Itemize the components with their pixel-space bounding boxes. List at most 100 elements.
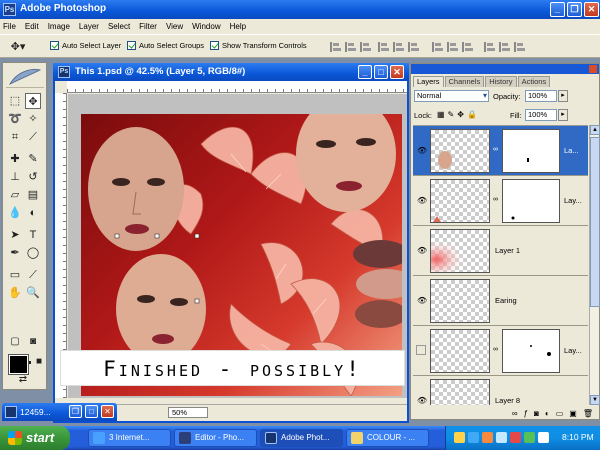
tray-icon[interactable] xyxy=(482,432,493,443)
visibility-toggle-off[interactable] xyxy=(416,345,426,355)
menu-view[interactable]: View xyxy=(166,22,183,31)
task-adobe-photoshop[interactable]: Adobe Phot... xyxy=(260,429,343,447)
distribute-vcenter-icon[interactable] xyxy=(447,42,458,52)
eyedropper-tool-icon[interactable]: ⟋ xyxy=(25,267,41,283)
menu-window[interactable]: Window xyxy=(192,22,220,31)
minwin-close-button[interactable]: ✕ xyxy=(101,405,114,418)
auto-select-layer-checkbox[interactable]: Auto Select Layer xyxy=(50,41,121,50)
app-title-bar[interactable]: Ps Adobe Photoshop _ ❐ ✕ xyxy=(0,0,600,19)
minwin-maximize-button[interactable]: □ xyxy=(85,405,98,418)
menu-layer[interactable]: Layer xyxy=(79,22,99,31)
path-select-icon[interactable]: ➤ xyxy=(7,227,23,243)
layer-row[interactable]: 👁 ∞ La... xyxy=(413,126,588,176)
task-colour[interactable]: COLOUR - ... xyxy=(346,429,429,447)
align-hcenter-icon[interactable] xyxy=(393,42,404,52)
eye-icon[interactable]: 👁 xyxy=(417,146,427,155)
task-editor-photoshop[interactable]: Editor - Pho... xyxy=(174,429,257,447)
layer-row[interactable]: ∞ Lay... xyxy=(413,326,588,376)
security-icon[interactable] xyxy=(510,432,521,443)
zoom-tool-icon[interactable]: 🔍 xyxy=(25,285,41,301)
pen-tool-icon[interactable]: ✒ xyxy=(7,245,23,261)
screen-mode-full-icon[interactable]: ■ xyxy=(31,354,47,370)
doc-close-button[interactable]: ✕ xyxy=(390,65,404,79)
lock-options-icons[interactable]: ▦✎✥🔒 xyxy=(437,110,480,119)
tray-icon[interactable] xyxy=(468,432,479,443)
panel-title-strip[interactable] xyxy=(411,64,599,74)
add-mask-icon[interactable]: ◙ xyxy=(534,409,539,418)
align-bottom-icon[interactable] xyxy=(360,42,371,52)
foreground-color-swatch[interactable] xyxy=(8,354,29,375)
distribute-top-icon[interactable] xyxy=(432,42,443,52)
panel-close-icon[interactable] xyxy=(589,65,597,73)
menu-image[interactable]: Image xyxy=(48,22,70,31)
hand-tool-icon[interactable]: ✋ xyxy=(7,285,23,301)
layer-row[interactable]: 👁 Layer 1 xyxy=(413,226,588,276)
align-top-icon[interactable] xyxy=(330,42,341,52)
healing-brush-icon[interactable]: ✚ xyxy=(7,151,23,167)
distribute-hcenter-icon[interactable] xyxy=(499,42,510,52)
clone-stamp-icon[interactable]: ⊥ xyxy=(7,169,23,185)
move-tool-preset-icon[interactable]: ✥▾ xyxy=(10,39,26,55)
system-clock[interactable]: 8:10 PM xyxy=(562,432,594,442)
slice-tool-icon[interactable]: ⟋ xyxy=(25,129,41,145)
gradient-tool-icon[interactable]: ▤ xyxy=(25,187,41,203)
dodge-tool-icon[interactable]: ◐ xyxy=(25,205,41,221)
notes-tool-icon[interactable]: ▭ xyxy=(7,267,23,283)
magic-wand-icon[interactable]: ✧ xyxy=(25,111,41,127)
align-right-icon[interactable] xyxy=(408,42,419,52)
fill-field[interactable]: 100% xyxy=(525,109,557,121)
volume-icon[interactable] xyxy=(538,432,549,443)
move-tool-icon[interactable]: ✥ xyxy=(25,93,41,109)
quick-mask-icon[interactable]: ◙ xyxy=(25,334,41,350)
eye-icon[interactable]: 👁 xyxy=(417,296,427,305)
history-brush-icon[interactable]: ↺ xyxy=(25,169,41,185)
marquee-tool-icon[interactable]: ⬚ xyxy=(7,93,23,109)
menu-file[interactable]: File xyxy=(3,22,16,31)
restore-button[interactable]: ❐ xyxy=(567,2,582,17)
horizontal-ruler[interactable] xyxy=(67,81,407,93)
align-vcenter-icon[interactable] xyxy=(345,42,356,52)
distribute-right-icon[interactable] xyxy=(514,42,525,52)
crop-tool-icon[interactable]: ⌗ xyxy=(7,129,23,145)
scrollbar-thumb[interactable] xyxy=(590,137,600,307)
tab-history[interactable]: History xyxy=(485,76,517,87)
minimized-document-window[interactable]: 12459... ❐ □ ✕ xyxy=(2,403,117,421)
lasso-tool-icon[interactable]: ➰ xyxy=(7,111,23,127)
tray-icon[interactable] xyxy=(454,432,465,443)
new-group-icon[interactable]: ▭ xyxy=(556,409,564,418)
layer-row[interactable]: 👁 ∞ Lay... xyxy=(413,176,588,226)
adjustment-layer-icon[interactable]: ◐ xyxy=(545,409,550,418)
tray-icon[interactable] xyxy=(524,432,535,443)
opacity-slider-arrow-icon[interactable]: ▸ xyxy=(558,90,568,102)
minimize-button[interactable]: _ xyxy=(550,2,565,17)
layer-row[interactable]: 👁 Earing xyxy=(413,276,588,326)
task-internet-explorer[interactable]: 3 Internet... xyxy=(88,429,171,447)
eye-icon[interactable]: 👁 xyxy=(417,246,427,255)
blend-mode-select[interactable]: Normal xyxy=(414,90,489,102)
minwin-restore-button[interactable]: ❐ xyxy=(69,405,82,418)
show-transform-controls-checkbox[interactable]: Show Transform Controls xyxy=(210,41,307,50)
type-tool-icon[interactable]: T xyxy=(25,227,41,243)
network-icon[interactable] xyxy=(496,432,507,443)
menu-help[interactable]: Help xyxy=(230,22,246,31)
fill-slider-arrow-icon[interactable]: ▸ xyxy=(558,109,568,121)
eye-icon[interactable]: 👁 xyxy=(417,196,427,205)
close-button[interactable]: ✕ xyxy=(584,2,599,17)
zoom-level-field[interactable]: 50% xyxy=(168,407,208,418)
layer-style-icon[interactable]: ƒ xyxy=(524,409,528,418)
standard-mode-icon[interactable]: ▢ xyxy=(7,334,23,350)
delete-layer-icon[interactable]: 🗑 xyxy=(583,409,593,418)
menu-filter[interactable]: Filter xyxy=(139,22,157,31)
scroll-up-icon[interactable]: ▲ xyxy=(590,125,600,135)
opacity-field[interactable]: 100% xyxy=(525,90,557,102)
menu-select[interactable]: Select xyxy=(108,22,130,31)
scroll-down-icon[interactable]: ▼ xyxy=(590,395,600,405)
tab-channels[interactable]: Channels xyxy=(444,76,485,87)
tab-actions[interactable]: Actions xyxy=(517,76,551,87)
new-layer-icon[interactable]: ▣ xyxy=(569,409,577,418)
document-title-bar[interactable]: Ps This 1.psd @ 42.5% (Layer 5, RGB/8#) … xyxy=(53,63,409,81)
distribute-bottom-icon[interactable] xyxy=(462,42,473,52)
doc-maximize-button[interactable]: □ xyxy=(374,65,388,79)
layers-scrollbar[interactable]: ▲ ▼ xyxy=(589,125,600,405)
menu-edit[interactable]: Edit xyxy=(25,22,39,31)
